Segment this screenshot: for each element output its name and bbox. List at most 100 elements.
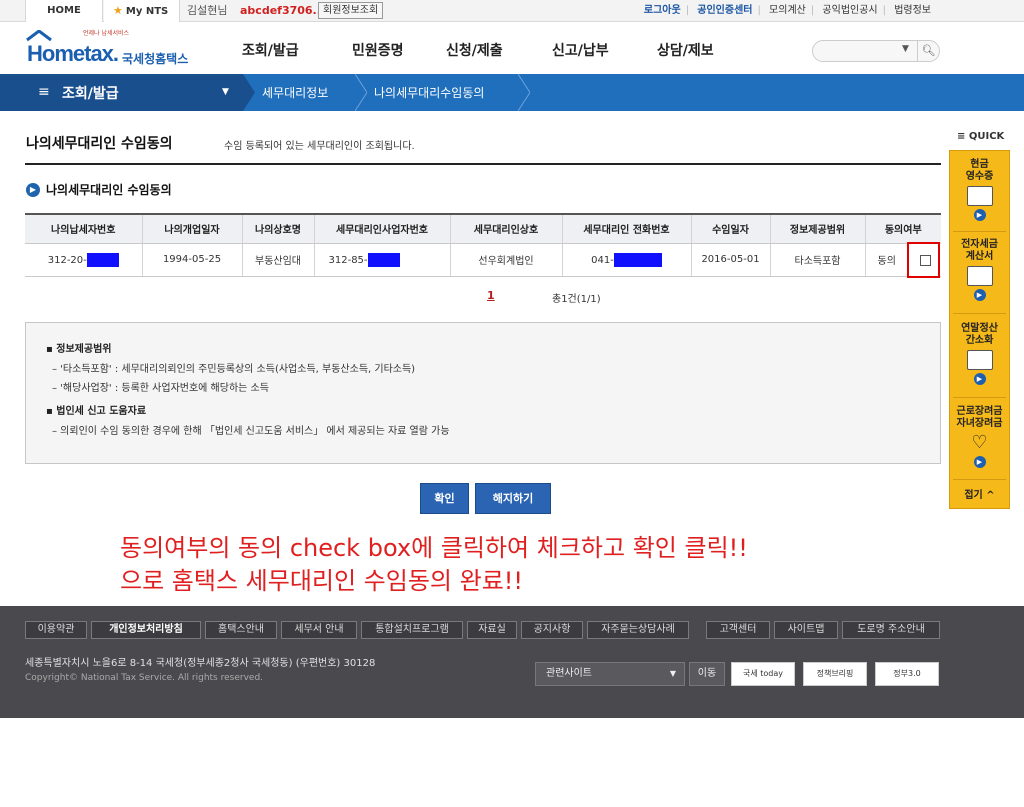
- chevron-right-icon: [518, 74, 530, 111]
- related-site-label: 관련사이트: [546, 668, 592, 679]
- footer-link[interactable]: 세무서 안내: [281, 621, 357, 639]
- breadcrumb-item[interactable]: 세무대리정보: [262, 84, 328, 101]
- info-heading-text: 정보제공범위: [56, 344, 112, 355]
- related-site-select[interactable]: 관련사이트 ▼: [535, 662, 685, 686]
- dropdown-arrow-icon[interactable]: ▼: [902, 44, 909, 54]
- page-description: 수임 등록되어 있는 세무대리인이 조회됩니다.: [224, 141, 415, 152]
- quick-item-year-end[interactable]: 연말정산 간소화 ▶: [950, 323, 1009, 385]
- category-label: 조회/발급: [62, 86, 119, 102]
- revoke-button[interactable]: 해지하기: [475, 483, 551, 514]
- chevron-right-icon: [243, 74, 255, 111]
- top-links: 로그아웃 | 공인인증센터 | 모의계산 | 공익법인공시 | 법령정보: [639, 0, 936, 22]
- menu-certificate[interactable]: 민원증명: [352, 40, 404, 60]
- quick-item-e-invoice[interactable]: 전자세금 계산서 ▶: [950, 239, 1009, 301]
- logout-link[interactable]: 로그아웃: [639, 5, 686, 16]
- category-menu[interactable]: ≡ 조회/발급 ▼: [0, 74, 243, 111]
- quick-item-incentive[interactable]: 근로장려금 자녀장려금 ♡ ▶: [950, 406, 1009, 468]
- divider: |: [757, 5, 761, 16]
- table-header-row: 나의납세자번호 나의개업일자 나의상호명 세무대리인사업자번호 세무대리인상호 …: [25, 213, 941, 244]
- banner-policy-briefing[interactable]: 정책브리핑: [803, 662, 867, 686]
- footer-address: 세종특별자치시 노을6로 8-14 국세청(정부세종2청사 국세청동) (우편번…: [25, 658, 376, 669]
- chevron-up-icon: ^: [986, 490, 995, 501]
- divider: [25, 163, 941, 165]
- date-cell: 2016-05-01: [690, 243, 770, 277]
- document-icon: [966, 350, 993, 370]
- go-button[interactable]: 이동: [689, 662, 725, 686]
- info-line: – '해당사업장' : 등록한 사업자번호에 해당하는 소득: [52, 383, 269, 394]
- hometax-logo[interactable]: 언제나 납세서비스 Hometax. 국세청홈택스: [25, 28, 200, 68]
- consent-checkbox[interactable]: [920, 255, 931, 266]
- arrow-circle-icon: ▶: [973, 456, 986, 468]
- search-box[interactable]: ▼ 🔍︎: [812, 40, 940, 62]
- arrow-circle-icon: ▶: [973, 289, 986, 301]
- heart-icon: ♡: [971, 432, 988, 453]
- column-header: 세무대리인 전화번호: [561, 213, 691, 244]
- page-number[interactable]: 1: [487, 289, 495, 302]
- company-cell: 부동산임대: [241, 243, 314, 277]
- agent-table: 나의납세자번호 나의개업일자 나의상호명 세무대리인사업자번호 세무대리인상호 …: [25, 213, 941, 277]
- table-row: 312-20- 1994-05-25 부동산임대 312-85- 선우회계법인 …: [25, 243, 941, 277]
- page-title: 나의세무대리인 수임동의: [26, 136, 173, 152]
- column-header: 나의개업일자: [141, 213, 242, 244]
- public-corp-link[interactable]: 공익법인공시: [817, 5, 882, 16]
- info-line: – '타소득포함' : 세무대리의뢰인의 주민등록상의 소득(사업소득, 부동산…: [52, 364, 416, 375]
- info-heading: ▪ 법인세 신고 도움자료: [46, 406, 147, 417]
- redaction-mask: [86, 252, 119, 267]
- column-header: 나의상호명: [241, 213, 314, 244]
- cert-center-link[interactable]: 공인인증센터: [692, 5, 757, 16]
- banner-nts-today[interactable]: 국세 today: [731, 662, 795, 686]
- annotation-line: 동의여부의 동의 check box에 클릭하여 체크하고 확인 클릭!!: [120, 534, 748, 562]
- redaction-mask: [367, 252, 400, 267]
- mynts-label: My NTS: [125, 6, 169, 17]
- redaction-mask: [613, 252, 662, 267]
- dropdown-arrow-icon: ▼: [669, 669, 676, 678]
- footer-link[interactable]: 공지사항: [521, 621, 583, 639]
- home-link[interactable]: HOME: [25, 0, 103, 22]
- member-info-button[interactable]: 회원정보조회: [318, 2, 384, 19]
- confirm-button[interactable]: 확인: [420, 483, 469, 514]
- menu-apply[interactable]: 신청/제출: [446, 40, 503, 60]
- divider: |: [810, 5, 815, 16]
- scope-cell: 타소득포함: [769, 243, 865, 277]
- chevron-down-icon: ▼: [222, 87, 229, 97]
- arrow-circle-icon: ▶: [26, 183, 40, 197]
- logo-brand: Hometax.: [27, 41, 119, 66]
- agent-biz-no-cell: 312-85-: [313, 243, 450, 277]
- footer-link[interactable]: 홈택스안내: [205, 621, 277, 639]
- footer-link[interactable]: 통합설치프로그램: [361, 621, 463, 639]
- taxpayer-no-cell: 312-20-: [25, 243, 142, 277]
- footer-link[interactable]: 사이트맵: [774, 621, 838, 639]
- footer-link[interactable]: 고객센터: [706, 621, 770, 639]
- logo-korean: 국세청홈택스: [122, 52, 189, 66]
- quick-item-label: 연말정산: [961, 323, 998, 334]
- fold-label: 접기: [964, 490, 983, 501]
- fold-button[interactable]: 접기 ^: [950, 486, 1009, 501]
- footer-link[interactable]: 자주묻는상담사례: [587, 621, 689, 639]
- quick-menu: 현금 영수증 ▶ 전자세금 계산서 ▶ 연말정산 간소화 ▶ 근로장려금 자녀장…: [949, 150, 1010, 509]
- menu-consult[interactable]: 상담/제보: [657, 40, 714, 60]
- quick-item-label: 자녀장려금: [956, 418, 1003, 429]
- mock-calc-link[interactable]: 모의계산: [764, 5, 811, 16]
- breadcrumb-item-current[interactable]: 나의세무대리수임동의: [374, 84, 484, 101]
- quick-item-cash-receipt[interactable]: 현금 영수증 ▶: [950, 159, 1009, 221]
- footer-link[interactable]: 이용약관: [25, 621, 87, 639]
- banner-gov30[interactable]: 정부3.0: [875, 662, 939, 686]
- menu-report-pay[interactable]: 신고/납부: [552, 40, 609, 60]
- agent-name-cell: 선우회계법인: [449, 243, 562, 277]
- quick-item-label: 근로장려금: [956, 406, 1003, 417]
- user-id: abcdef3706...: [240, 4, 326, 17]
- column-header: 수임일자: [690, 213, 770, 244]
- menu-inquiry[interactable]: 조회/발급: [242, 40, 299, 60]
- footer-link[interactable]: 도로명 주소안내: [842, 621, 940, 639]
- law-info-link[interactable]: 법령정보: [889, 5, 936, 16]
- info-heading-text: 법인세 신고 도움자료: [56, 406, 147, 417]
- mynts-link[interactable]: ★ My NTS: [104, 0, 180, 22]
- annotation-line: 으로 홈택스 세무대리인 수임동의 완료!!: [120, 567, 524, 595]
- arrow-circle-icon: ▶: [973, 209, 986, 221]
- footer-link-privacy[interactable]: 개인정보처리방침: [91, 621, 201, 639]
- footer-link[interactable]: 자료실: [467, 621, 517, 639]
- search-icon[interactable]: 🔍︎: [917, 41, 939, 61]
- footer: 이용약관 개인정보처리방침 홈택스안내 세무서 안내 통합설치프로그램 자료실 …: [0, 606, 1024, 718]
- info-heading: ▪ 정보제공범위: [46, 344, 112, 355]
- quick-item-label: 전자세금: [961, 239, 998, 250]
